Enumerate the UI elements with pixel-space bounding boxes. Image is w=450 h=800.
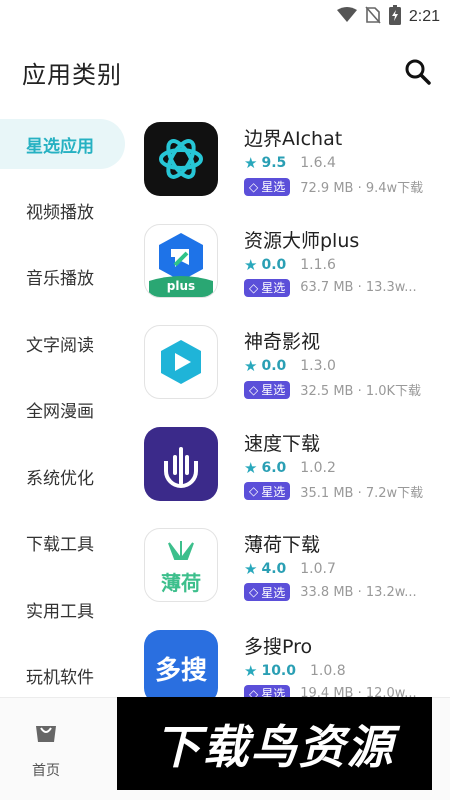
app-icon-bianjie	[144, 122, 218, 196]
app-icon-duosou: 多搜	[144, 629, 218, 698]
search-icon	[402, 59, 434, 92]
app-icon-label: plus	[166, 278, 196, 293]
status-time: 2:21	[408, 8, 440, 25]
page-title: 应用类别	[22, 61, 122, 89]
nav-home[interactable]: 首页	[18, 720, 74, 780]
app-version: 1.0.7	[300, 561, 336, 577]
app-meta: ◇ 星选 19.4 MB · 12.0w...	[244, 684, 417, 698]
app-version: 1.0.8	[310, 662, 346, 679]
app-meta: ◇ 星选 72.9 MB · 9.4w下载	[244, 177, 423, 196]
star-icon: ★	[244, 661, 258, 680]
app-score: 6.0	[261, 459, 287, 476]
featured-badge: ◇ 星选	[244, 278, 291, 297]
badge-label: 星选	[261, 180, 286, 194]
app-icon-label: 多搜	[154, 655, 207, 686]
app-meta: ◇ 星选 35.1 MB · 7.2w下载	[244, 482, 423, 501]
app-rating: ★ 6.0 1.0.2	[244, 459, 336, 477]
app-version: 1.6.4	[300, 155, 336, 171]
app-version: 1.1.6	[300, 256, 336, 273]
app-rating: ★ 0.0 1.1.6	[244, 256, 336, 274]
category-item-video[interactable]: 视频播放	[0, 177, 125, 244]
app-list: 边界AIchat ★ 9.5 1.6.4 ◇ 星选 72.9 MB · 9.4w…	[138, 116, 450, 698]
app-rating: ★ 9.5 1.6.4	[244, 154, 336, 172]
app-size-downloads: 32.5 MB · 1.0K下载	[300, 384, 422, 399]
category-item-utility[interactable]: 实用工具	[0, 576, 125, 643]
app-rating: ★ 4.0 1.0.7	[244, 560, 336, 578]
app-score: 0.0	[261, 256, 287, 273]
star-icon: ★	[244, 560, 258, 578]
watermark: 下载鸟资源	[117, 697, 432, 790]
category-item-comics[interactable]: 全网漫画	[0, 377, 125, 444]
status-icons: 2:21	[336, 5, 440, 29]
category-item-featured[interactable]: 星选应用	[0, 119, 125, 169]
battery-charging-icon	[388, 5, 401, 29]
app-version: 1.3.0	[300, 358, 336, 374]
category-item-system[interactable]: 系统优化	[0, 443, 125, 510]
app-score: 0.0	[261, 358, 287, 374]
app-meta: ◇ 星选 33.8 MB · 13.2w...	[244, 583, 417, 601]
app-score: 9.5	[261, 155, 287, 171]
star-icon: ★	[244, 255, 258, 274]
featured-badge: ◇ 星选	[244, 684, 291, 698]
diamond-icon: ◇	[249, 179, 259, 194]
app-size-downloads: 33.8 MB · 13.2w...	[300, 584, 417, 600]
app-meta: ◇ 星选 63.7 MB · 13.3w...	[244, 278, 417, 297]
badge-label: 星选	[261, 383, 286, 397]
app-name: 速度下载	[244, 432, 321, 455]
app-score: 10.0	[261, 662, 296, 679]
app-name: 神奇影视	[244, 331, 321, 353]
category-item-music[interactable]: 音乐播放	[0, 244, 125, 311]
app-score: 4.0	[261, 561, 287, 577]
star-icon: ★	[244, 357, 258, 375]
app-icon-sudu	[144, 426, 218, 501]
shopping-bag-icon	[33, 726, 59, 748]
app-name: 资源大师plus	[244, 229, 360, 252]
app-row[interactable]: 速度下载 ★ 6.0 1.0.2 ◇ 星选 35.1 MB · 7.2w下载	[138, 421, 450, 523]
diamond-icon: ◇	[249, 382, 259, 397]
app-row[interactable]: 多搜 多搜Pro ★ 10.0 1.0.8 ◇ 星选 19.4 MB · 12.…	[138, 624, 450, 698]
star-icon: ★	[244, 458, 258, 477]
header: 应用类别	[0, 48, 450, 96]
category-item-reading[interactable]: 文字阅读	[0, 310, 125, 377]
app-name: 薄荷下载	[244, 534, 321, 556]
featured-badge: ◇ 星选	[244, 177, 291, 196]
badge-label: 星选	[261, 484, 286, 499]
star-icon: ★	[244, 154, 258, 172]
app-row[interactable]: 神奇影视 ★ 0.0 1.3.0 ◇ 星选 32.5 MB · 1.0K下载	[138, 319, 450, 421]
app-icon-shenqi	[144, 325, 218, 399]
app-icon-bohe: 薄荷	[144, 528, 218, 602]
app-version: 1.0.2	[300, 459, 336, 476]
category-item-tweak[interactable]: 玩机软件	[0, 643, 125, 699]
app-icon-label: 薄荷	[161, 571, 201, 595]
app-row[interactable]: 薄荷 薄荷下载 ★ 4.0 1.0.7 ◇ 星选 33.8 MB · 13.2w…	[138, 522, 450, 624]
app-name: 边界AIchat	[244, 128, 343, 150]
watermark-text: 下载鸟资源	[154, 719, 395, 774]
status-bar: 2:21	[0, 0, 450, 32]
search-button[interactable]	[402, 56, 434, 88]
app-size-downloads: 35.1 MB · 7.2w下载	[300, 485, 424, 501]
diamond-icon: ◇	[249, 484, 259, 498]
diamond-icon: ◇	[249, 280, 259, 295]
featured-badge: ◇ 星选	[244, 583, 291, 601]
no-sim-icon	[365, 6, 381, 28]
diamond-icon: ◇	[249, 585, 259, 599]
badge-label: 星选	[261, 585, 286, 600]
category-sidebar: 星选应用 视频播放 音乐播放 文字阅读 全网漫画 系统优化 下载工具 实用工具 …	[0, 116, 125, 698]
app-size-downloads: 72.9 MB · 9.4w下载	[300, 181, 424, 196]
app-size-downloads: 63.7 MB · 13.3w...	[300, 280, 417, 295]
app-icon-ziyuan: plus	[144, 223, 218, 298]
app-rating: ★ 0.0 1.3.0	[244, 357, 336, 375]
app-row[interactable]: 边界AIchat ★ 9.5 1.6.4 ◇ 星选 72.9 MB · 9.4w…	[138, 116, 450, 218]
wifi-icon	[336, 7, 357, 27]
app-rating: ★ 10.0 1.0.8	[244, 662, 346, 680]
category-item-download[interactable]: 下载工具	[0, 510, 125, 577]
app-meta: ◇ 星选 32.5 MB · 1.0K下载	[244, 380, 421, 399]
app-name: 多搜Pro	[244, 635, 313, 658]
app-row[interactable]: plus 资源大师plus ★ 0.0 1.1.6 ◇ 星选 63.7 MB ·…	[138, 218, 450, 320]
nav-home-label: 首页	[32, 763, 60, 779]
badge-label: 星选	[261, 281, 286, 295]
featured-badge: ◇ 星选	[244, 482, 291, 500]
featured-badge: ◇ 星选	[244, 380, 291, 399]
